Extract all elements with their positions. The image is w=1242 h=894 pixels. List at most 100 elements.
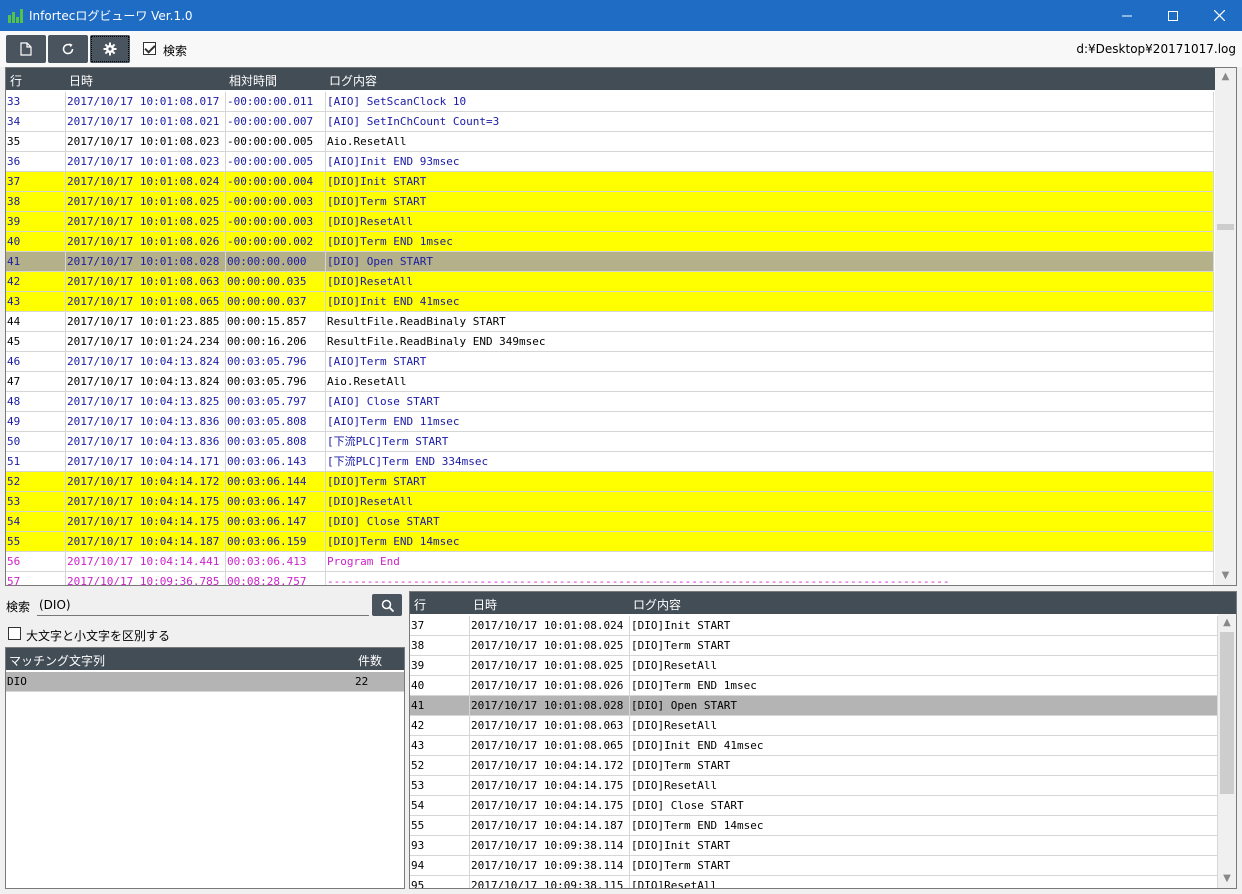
result-scrollbar[interactable]: ▲ ▼ [1218,614,1236,888]
match-grid[interactable]: マッチング文字列 件数 DIO 22 [5,647,405,889]
log-scrollbar[interactable]: ▲ ▼ [1215,68,1236,585]
log-row[interactable]: 53 2017/10/17 10:04:14.175 00:03:06.147 [DI… [6,492,1214,512]
cell-datetime: 2017/10/17 10:04:14.187 [66,532,226,552]
log-row[interactable]: 37 2017/10/17 10:01:08.024 -00:00:00.004 [D… [6,172,1214,192]
cell-relative-time: 00:03:06.147 [226,492,326,512]
log-row[interactable]: 43 2017/10/17 10:01:08.065 00:00:00.037 [DI… [6,292,1214,312]
cell-log-content: [AIO] SetInChCount Count=3 [326,112,1214,132]
search-input[interactable] [37,594,369,616]
cell-row-number: 48 [6,392,66,412]
match-grid-header: マッチング文字列 件数 [6,648,404,670]
result-row[interactable]: 95 2017/10/17 10:09:38.115 [DIO]ResetAll [410,876,1218,888]
case-sensitive-checkbox[interactable] [8,627,21,640]
log-row[interactable]: 50 2017/10/17 10:04:13.836 00:03:05.808 [下流… [6,432,1214,452]
col-header-count[interactable]: 件数 [358,652,382,669]
log-grid[interactable]: 行 日時 相対時間 ログ内容 33 2017/10/17 10:01:08.017… [5,67,1237,586]
scroll-up-arrow-icon[interactable]: ▲ [1215,68,1236,86]
result-row[interactable]: 52 2017/10/17 10:04:14.172 [DIO]Term START [410,756,1218,776]
result-row[interactable]: 93 2017/10/17 10:09:38.114 [DIO]Init START [410,836,1218,856]
scroll-up-arrow-icon[interactable]: ▲ [1218,614,1236,632]
result-row[interactable]: 54 2017/10/17 10:04:14.175 [DIO] Close STA… [410,796,1218,816]
log-row[interactable]: 49 2017/10/17 10:04:13.836 00:03:05.808 [AI… [6,412,1214,432]
search-button[interactable] [372,594,402,616]
col-header-content[interactable]: ログ内容 [633,596,681,613]
result-row[interactable]: 53 2017/10/17 10:04:14.175 [DIO]ResetAll [410,776,1218,796]
log-row[interactable]: 38 2017/10/17 10:01:08.025 -00:00:00.003 [D… [6,192,1214,212]
cell-row-number: 46 [6,352,66,372]
search-toggle-checkbox[interactable] [143,42,156,55]
result-row[interactable]: 94 2017/10/17 10:09:38.114 [DIO]Term START [410,856,1218,876]
result-row[interactable]: 43 2017/10/17 10:01:08.065 [DIO]Init END 4… [410,736,1218,756]
cell-pattern: DIO [7,675,27,688]
cell-datetime: 2017/10/17 10:09:36.785 [66,572,226,585]
cell-log-content: [DIO] Close START [630,796,1218,816]
match-row[interactable]: DIO 22 [6,672,404,692]
log-row[interactable]: 47 2017/10/17 10:04:13.824 00:03:05.796 Aio… [6,372,1214,392]
log-row[interactable]: 42 2017/10/17 10:01:08.063 00:00:00.035 [DI… [6,272,1214,292]
cell-row-number: 49 [6,412,66,432]
log-row[interactable]: 54 2017/10/17 10:04:14.175 00:03:06.147 [DI… [6,512,1214,532]
col-header-pattern[interactable]: マッチング文字列 [9,652,105,669]
result-scroll-thumb[interactable] [1220,632,1234,794]
col-header-datetime[interactable]: 日時 [69,72,93,89]
col-header-datetime[interactable]: 日時 [473,596,497,613]
scroll-down-arrow-icon[interactable]: ▼ [1215,567,1236,585]
minimize-button[interactable] [1104,0,1150,31]
cell-log-content: [AIO]Term START [326,352,1214,372]
log-row[interactable]: 34 2017/10/17 10:01:08.021 -00:00:00.007 [A… [6,112,1214,132]
cell-log-content: [DIO]ResetAll [630,776,1218,796]
log-row[interactable]: 35 2017/10/17 10:01:08.023 -00:00:00.005 Ai… [6,132,1214,152]
log-row[interactable]: 57 2017/10/17 10:09:36.785 00:08:28.757 ---… [6,572,1214,585]
col-header-row[interactable]: 行 [414,596,426,613]
case-sensitive-label: 大文字と小文字を区別する [26,629,171,643]
log-row[interactable]: 45 2017/10/17 10:01:24.234 00:00:16.206 Res… [6,332,1214,352]
cell-relative-time: 00:03:05.796 [226,372,326,392]
new-file-button[interactable] [6,35,46,63]
cell-relative-time: 00:03:06.147 [226,512,326,532]
result-row[interactable]: 55 2017/10/17 10:04:14.187 [DIO]Term END 1… [410,816,1218,836]
log-row[interactable]: 39 2017/10/17 10:01:08.025 -00:00:00.003 [D… [6,212,1214,232]
log-row[interactable]: 46 2017/10/17 10:04:13.824 00:03:05.796 [AI… [6,352,1214,372]
log-scroll-thumb[interactable] [1217,224,1234,230]
cell-log-content: [DIO]Term START [630,856,1218,876]
close-button[interactable] [1196,0,1242,31]
log-row[interactable]: 52 2017/10/17 10:04:14.172 00:03:06.144 [DI… [6,472,1214,492]
cell-row-number: 93 [410,836,470,856]
cell-datetime: 2017/10/17 10:01:08.025 [470,636,630,656]
cell-relative-time: -00:00:00.003 [226,212,326,232]
cell-datetime: 2017/10/17 10:04:14.171 [66,452,226,472]
scroll-down-arrow-icon[interactable]: ▼ [1218,870,1236,888]
cell-datetime: 2017/10/17 10:01:08.065 [66,292,226,312]
cell-datetime: 2017/10/17 10:01:08.065 [470,736,630,756]
col-header-relative[interactable]: 相対時間 [229,72,277,89]
result-grid[interactable]: 行 日時 ログ内容 37 2017/10/17 10:01:08.024 [DIO]… [409,591,1237,889]
log-row[interactable]: 51 2017/10/17 10:04:14.171 00:03:06.143 [下流… [6,452,1214,472]
toolbar: 検索 d:¥Desktop¥20171017.log [0,31,1242,67]
log-row[interactable]: 44 2017/10/17 10:01:23.885 00:00:15.857 Res… [6,312,1214,332]
cell-relative-time: -00:00:00.002 [226,232,326,252]
cell-row-number: 51 [6,452,66,472]
maximize-button[interactable] [1150,0,1196,31]
log-row[interactable]: 33 2017/10/17 10:01:08.017 -00:00:00.011 [A… [6,92,1214,112]
log-row[interactable]: 40 2017/10/17 10:01:08.026 -00:00:00.002 [D… [6,232,1214,252]
cell-datetime: 2017/10/17 10:01:08.024 [470,616,630,636]
cell-row-number: 47 [6,372,66,392]
result-row[interactable]: 39 2017/10/17 10:01:08.025 [DIO]ResetAll [410,656,1218,676]
cell-datetime: 2017/10/17 10:04:13.824 [66,352,226,372]
reload-button[interactable] [48,35,88,63]
log-row[interactable]: 48 2017/10/17 10:04:13.825 00:03:05.797 [AI… [6,392,1214,412]
result-row[interactable]: 37 2017/10/17 10:01:08.024 [DIO]Init START [410,616,1218,636]
result-row[interactable]: 42 2017/10/17 10:01:08.063 [DIO]ResetAll [410,716,1218,736]
result-row[interactable]: 38 2017/10/17 10:01:08.025 [DIO]Term START [410,636,1218,656]
settings-button[interactable] [90,35,130,63]
log-row[interactable]: 41 2017/10/17 10:01:08.028 00:00:00.000 [DI… [6,252,1214,272]
log-row[interactable]: 56 2017/10/17 10:04:14.441 00:03:06.413 Pro… [6,552,1214,572]
log-row[interactable]: 55 2017/10/17 10:04:14.187 00:03:06.159 [DI… [6,532,1214,552]
cell-row-number: 57 [6,572,66,585]
col-header-content[interactable]: ログ内容 [329,72,377,89]
result-row[interactable]: 40 2017/10/17 10:01:08.026 [DIO]Term END 1… [410,676,1218,696]
col-header-row[interactable]: 行 [10,72,22,89]
cell-datetime: 2017/10/17 10:04:13.824 [66,372,226,392]
result-row[interactable]: 41 2017/10/17 10:01:08.028 [DIO] Open STAR… [410,696,1218,716]
log-row[interactable]: 36 2017/10/17 10:01:08.023 -00:00:00.005 [A… [6,152,1214,172]
